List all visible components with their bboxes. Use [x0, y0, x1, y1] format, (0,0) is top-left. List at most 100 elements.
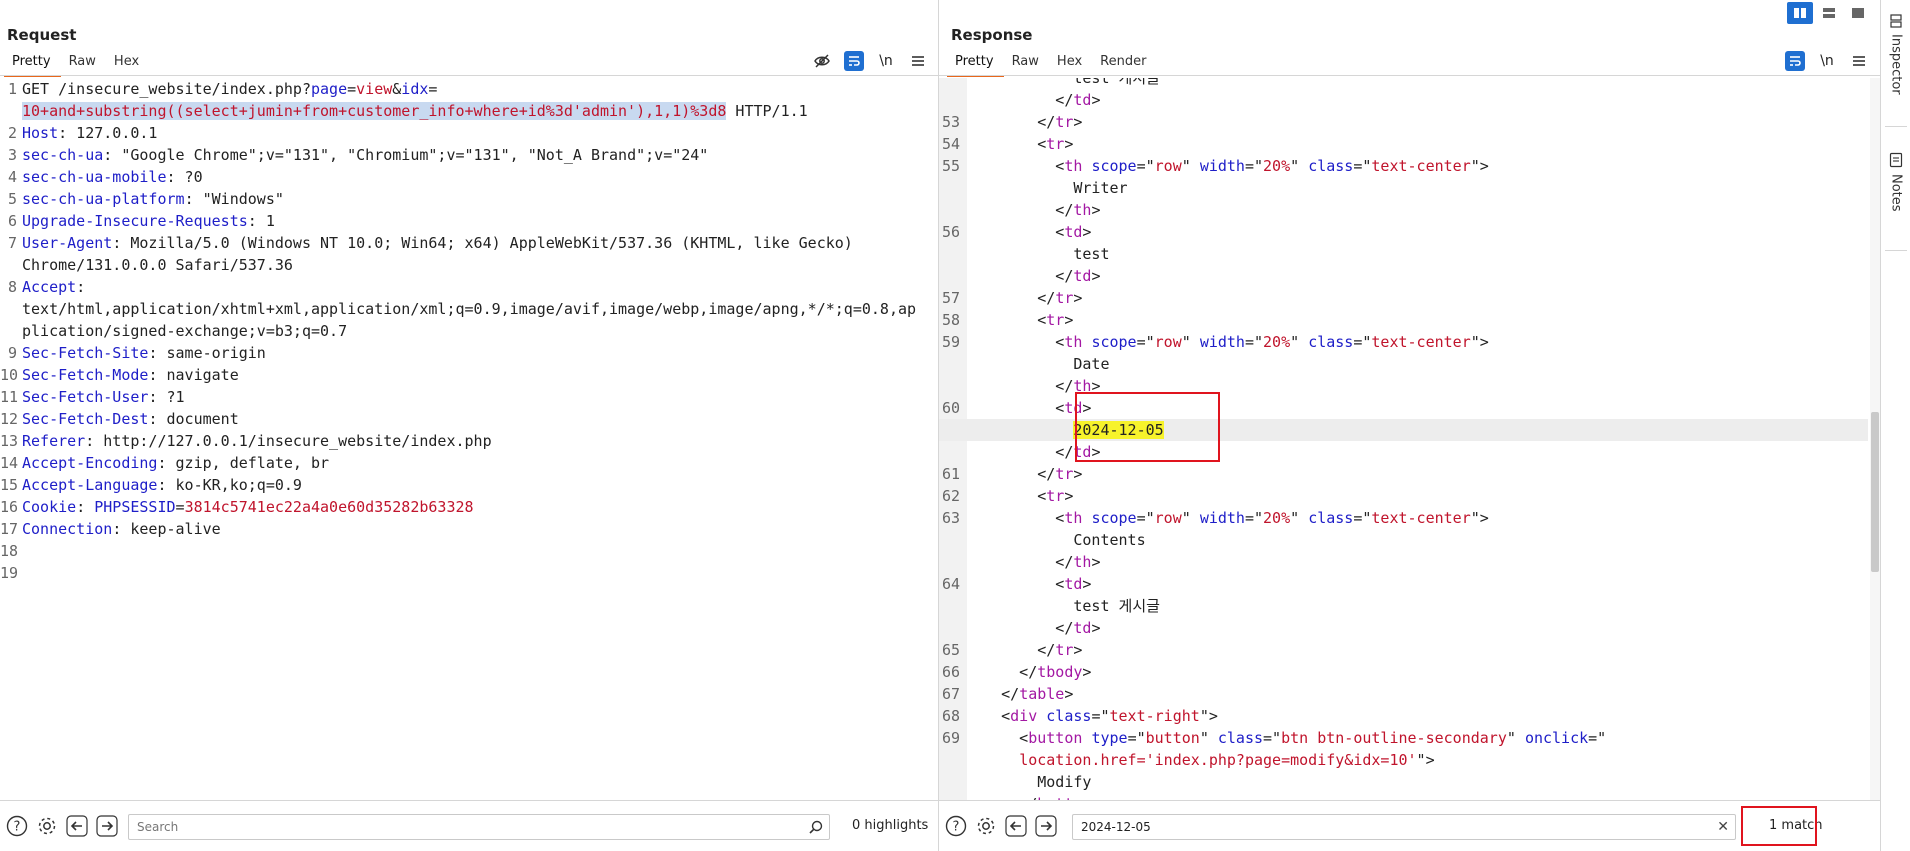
line-code: <td> — [965, 573, 1868, 595]
hide-nonprintable-button[interactable] — [812, 51, 832, 71]
highlights-count: 0 highlights — [852, 818, 929, 833]
tab-pretty[interactable]: Pretty — [947, 53, 1004, 77]
code-line: 1 GET /insecure_website/index.php?page=vi… — [0, 78, 938, 100]
menu-button[interactable] — [1849, 51, 1869, 71]
tab-raw[interactable]: Raw — [1004, 53, 1049, 77]
code-token: > — [1091, 201, 1101, 219]
code-token: row — [1154, 157, 1182, 175]
notes-tab[interactable]: Notes — [1881, 152, 1910, 212]
line-number — [0, 100, 22, 122]
code-line: 67 </table> — [939, 683, 1868, 705]
line-number: 8 — [7, 278, 17, 296]
previous-match-button[interactable] — [64, 813, 90, 839]
code-line: 10 Sec-Fetch-Mode: navigate — [0, 364, 938, 386]
tab-pretty[interactable]: Pretty — [4, 53, 61, 77]
code-line: test 게시글 — [939, 595, 1868, 617]
notes-label: Notes — [1888, 174, 1904, 212]
response-scrollbar[interactable] — [1870, 78, 1880, 801]
previous-match-button[interactable] — [1003, 813, 1029, 839]
next-match-button[interactable] — [1033, 813, 1059, 839]
line-code: User-Agent: Mozilla/5.0 (Windows NT 10.0… — [22, 232, 938, 254]
code-token: Writer — [965, 179, 1128, 197]
search-icon[interactable] — [809, 820, 823, 834]
line-number — [939, 353, 965, 375]
code-token: </ — [965, 443, 1074, 461]
line-code: </td> — [965, 265, 1868, 287]
line-code: <tr> — [965, 485, 1868, 507]
code-token: td — [1073, 91, 1092, 109]
code-token: tbody — [1037, 663, 1083, 681]
code-token: "> — [1470, 333, 1489, 351]
notes-icon — [1889, 152, 1903, 168]
line-code: <th scope="row" width="20%" class="text-… — [965, 507, 1868, 529]
line-code: Accept: — [22, 276, 938, 298]
clear-search-icon[interactable]: ✕ — [1717, 819, 1729, 835]
code-token: </ — [965, 289, 1056, 307]
help-button[interactable]: ? — [4, 813, 30, 839]
code-token: th — [1073, 553, 1092, 571]
code-token: button — [1028, 729, 1083, 747]
response-search-input[interactable] — [1079, 819, 1718, 835]
code-token: " — [1290, 509, 1309, 527]
code-line: 61 </tr> — [939, 463, 1868, 485]
tab-render[interactable]: Render — [1092, 53, 1156, 77]
word-wrap-button[interactable] — [1785, 51, 1805, 71]
line-code: Date — [965, 353, 1868, 375]
line-number: 60 — [941, 399, 960, 417]
tab-hex[interactable]: Hex — [1049, 53, 1092, 77]
code-line: 55 <th scope="row" width="20%" class="te… — [939, 155, 1868, 177]
hamburger-icon — [912, 56, 924, 66]
search-settings-button[interactable] — [973, 813, 999, 839]
line-code: </tr> — [965, 111, 1868, 133]
line-number: 5 — [7, 190, 17, 208]
code-token: Referer — [22, 432, 86, 450]
code-token: </ — [965, 641, 1056, 659]
line-code: <div class="text-right"> — [965, 705, 1868, 727]
search-settings-button[interactable] — [34, 813, 60, 839]
scrollbar-thumb[interactable] — [1871, 412, 1879, 572]
code-token: table — [1019, 685, 1065, 703]
code-token: tr — [1055, 641, 1074, 659]
code-line: 16 Cookie: PHPSESSID=3814c5741ec22a4a0e60… — [0, 496, 938, 518]
code-token: td — [1073, 619, 1092, 637]
code-token: 10+and+substring((select+jumin+from+cust… — [22, 102, 727, 120]
code-line: text/html,application/xhtml+xml,applicat… — [0, 298, 938, 320]
code-token: text-right — [1109, 707, 1200, 725]
response-pane: Response Pretty Raw Hex Render \n test 게… — [939, 0, 1880, 851]
request-tab-divider — [0, 75, 938, 76]
help-button[interactable]: ? — [943, 813, 969, 839]
code-line: 8 Accept: — [0, 276, 938, 298]
code-token: </ — [965, 465, 1056, 483]
tab-raw[interactable]: Raw — [61, 53, 106, 77]
line-number — [939, 177, 965, 199]
line-number: 19 — [0, 564, 19, 582]
response-tab-divider — [939, 75, 1880, 76]
code-token: =" — [1263, 729, 1282, 747]
request-editor[interactable]: 1 GET /insecure_website/index.php?page=vi… — [0, 78, 938, 801]
code-line: test 게시글 — [939, 78, 1868, 89]
menu-button[interactable] — [908, 51, 928, 71]
code-token: " — [1181, 509, 1200, 527]
code-token: " — [1199, 729, 1218, 747]
request-search-input[interactable] — [135, 819, 809, 835]
code-line: 59 <th scope="row" width="20%" class="te… — [939, 331, 1868, 353]
code-token: text-center — [1371, 509, 1471, 527]
inspector-tab[interactable]: Inspector — [1881, 14, 1910, 95]
show-newlines-button[interactable]: \n — [876, 51, 896, 71]
line-number: 53 — [941, 113, 960, 131]
tab-hex[interactable]: Hex — [106, 53, 149, 77]
line-number: 58 — [941, 311, 960, 329]
code-token: > — [1064, 487, 1074, 505]
code-token: div — [1010, 707, 1038, 725]
eye-slash-icon — [814, 54, 830, 68]
code-token: < — [965, 135, 1047, 153]
help-icon: ? — [945, 815, 967, 837]
word-wrap-button[interactable] — [844, 51, 864, 71]
line-code: </td> — [965, 617, 1868, 639]
next-match-button[interactable] — [94, 813, 120, 839]
code-token: class — [1308, 509, 1354, 527]
show-newlines-button[interactable]: \n — [1817, 51, 1837, 71]
code-token: : "Windows" — [184, 190, 284, 208]
line-number — [939, 375, 965, 397]
code-token: class — [1046, 707, 1092, 725]
